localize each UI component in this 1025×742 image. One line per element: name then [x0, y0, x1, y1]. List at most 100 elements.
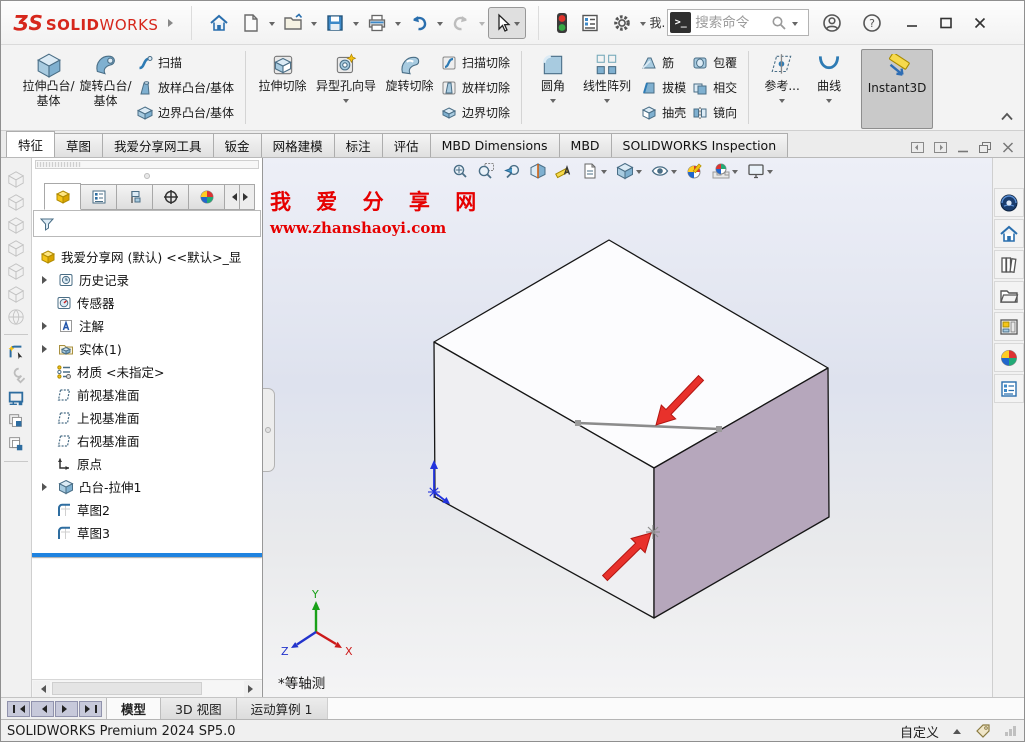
print-button[interactable]: [362, 7, 392, 39]
linear-pattern-dropdown[interactable]: [604, 99, 610, 106]
redo-dropdown[interactable]: [479, 22, 485, 29]
close-button[interactable]: [967, 7, 993, 39]
intersect-button[interactable]: 相交: [692, 75, 737, 100]
select-tool-dropdown[interactable]: [514, 22, 520, 29]
panel-collapse-handle[interactable]: [263, 388, 275, 472]
apply-scene-dropdown[interactable]: [732, 170, 738, 177]
tree-item-solid-bodies[interactable]: 实体(1): [32, 337, 262, 360]
tab-dimxpertmanager[interactable]: [152, 184, 189, 210]
dock-left-icon[interactable]: [911, 142, 924, 153]
appearances-scenes-button[interactable]: [994, 343, 1024, 372]
tree-filter-bar[interactable]: [33, 210, 261, 237]
tree-item-boss-extrude1[interactable]: 凸台-拉伸1: [32, 475, 262, 498]
zoom-fit-button[interactable]: [451, 162, 469, 180]
previous-view-button[interactable]: [503, 162, 521, 180]
view-orientation-dropdown[interactable]: [601, 170, 607, 177]
tab-mbd[interactable]: MBD: [559, 133, 612, 157]
open-dropdown[interactable]: [311, 22, 317, 29]
redo-button[interactable]: [446, 7, 476, 39]
file-explorer-button[interactable]: [994, 281, 1024, 310]
tab-sheet-metal[interactable]: 钣金: [213, 133, 262, 157]
view-cube-icon[interactable]: [7, 262, 25, 280]
scrollbar-thumb[interactable]: [37, 162, 81, 167]
doc-restore-icon[interactable]: [979, 142, 992, 153]
tab-mesh-modeling[interactable]: 网格建模: [261, 133, 335, 157]
select-tool-button[interactable]: [488, 7, 526, 39]
tab-propertymanager[interactable]: [80, 184, 117, 210]
revolved-cut-button[interactable]: 旋转切除: [381, 48, 438, 94]
dock-right-icon[interactable]: [934, 142, 947, 153]
sketch-endpoint[interactable]: [575, 420, 581, 426]
view-cube-icon[interactable]: [7, 216, 25, 234]
tab-features[interactable]: 特征: [6, 131, 55, 157]
graphics-viewport[interactable]: 我 爱 分 享 网 www.zhanshaoyi.com: [263, 158, 992, 697]
doc-minimize-icon[interactable]: [957, 142, 969, 153]
tree-item-sketch3[interactable]: 草图3: [32, 521, 262, 544]
search-input[interactable]: [695, 15, 767, 31]
copy-appearance-icon[interactable]: [7, 412, 25, 430]
new-document-dropdown[interactable]: [269, 22, 275, 29]
hide-show-items-dropdown[interactable]: [671, 170, 677, 177]
view-cube-icon[interactable]: [7, 239, 25, 257]
curves-dropdown[interactable]: [826, 99, 832, 106]
extruded-cut-button[interactable]: 拉伸切除: [254, 48, 311, 94]
3dexperience-button[interactable]: [994, 188, 1024, 217]
view-settings-button[interactable]: [747, 162, 774, 180]
resources-button[interactable]: [994, 219, 1024, 248]
hole-wizard-dropdown[interactable]: [343, 99, 349, 106]
revolved-boss-button[interactable]: 旋转凸台/基体: [77, 48, 134, 109]
sweep-button[interactable]: 扫描: [137, 50, 234, 75]
scroll-left-button[interactable]: [33, 681, 50, 697]
panel-tabs-scroll-left[interactable]: [224, 184, 240, 210]
fillet-button[interactable]: 圆角: [530, 48, 576, 106]
zoom-area-button[interactable]: [477, 162, 495, 180]
undo-dropdown[interactable]: [437, 22, 443, 29]
tab-3d-views[interactable]: 3D 视图: [160, 698, 237, 719]
tree-item-annotations[interactable]: 注解: [32, 314, 262, 337]
edit-appearance-button[interactable]: [686, 162, 704, 180]
view-cube-icon[interactable]: [7, 170, 25, 188]
expand-arrow-icon[interactable]: [42, 483, 53, 491]
paste-appearance-icon[interactable]: [7, 435, 25, 453]
scrollbar-thumb[interactable]: [52, 682, 202, 695]
tab-displaymanager[interactable]: [188, 184, 225, 210]
fillet-dropdown[interactable]: [550, 99, 556, 106]
rollback-bar[interactable]: [32, 553, 262, 557]
last-tab-button[interactable]: [79, 701, 102, 717]
tree-root-part[interactable]: 我爱分享网 (默认) <<默认>_显: [32, 245, 262, 268]
design-library-button[interactable]: [994, 250, 1024, 279]
curves-button[interactable]: 曲线: [807, 48, 851, 106]
rib-button[interactable]: 筋: [641, 50, 686, 75]
save-button[interactable]: [320, 7, 350, 39]
logo-flyout-arrow-icon[interactable]: [168, 19, 177, 27]
panel-tabs-scroll-right[interactable]: [239, 184, 255, 210]
tab-inspection[interactable]: SOLIDWORKS Inspection: [611, 133, 789, 157]
tree-item-top-plane[interactable]: 上视基准面: [32, 406, 262, 429]
panel-top-scrollbar[interactable]: [35, 160, 259, 169]
section-view-button[interactable]: [529, 162, 547, 180]
first-tab-button[interactable]: [7, 701, 30, 717]
lofted-boss-button[interactable]: 放样凸台/基体: [137, 75, 234, 100]
edit-sketch-icon[interactable]: [7, 343, 25, 361]
extruded-boss-button[interactable]: 拉伸凸台/基体: [20, 48, 77, 109]
expand-arrow-icon[interactable]: [42, 276, 53, 284]
print-dropdown[interactable]: [395, 22, 401, 29]
doc-close-icon[interactable]: [1002, 142, 1014, 153]
tab-motion-study[interactable]: 运动算例 1: [236, 698, 328, 719]
tab-evaluate[interactable]: 评估: [382, 133, 431, 157]
linear-pattern-button[interactable]: 线性阵列: [576, 48, 638, 106]
draft-button[interactable]: 拔模: [641, 75, 686, 100]
wrap-button[interactable]: 包覆: [692, 50, 737, 75]
tree-item-sensors[interactable]: 传感器: [32, 291, 262, 314]
tree-item-right-plane[interactable]: 右视基准面: [32, 429, 262, 452]
ribbon-collapse-button[interactable]: [1000, 110, 1014, 124]
lofted-cut-button[interactable]: 放样切除: [441, 75, 510, 100]
view-cube-icon[interactable]: [7, 193, 25, 211]
panel-splitter-grip[interactable]: [32, 169, 262, 182]
expand-arrow-icon[interactable]: [42, 322, 53, 330]
caret-up-icon[interactable]: [953, 725, 961, 734]
scrollbar-track[interactable]: [50, 681, 244, 697]
maximize-button[interactable]: [933, 7, 959, 39]
options-button[interactable]: [607, 7, 637, 39]
minimize-button[interactable]: [899, 7, 925, 39]
